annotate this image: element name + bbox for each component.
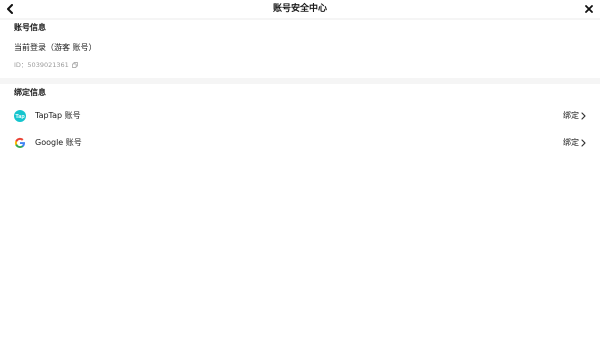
google-icon xyxy=(14,137,25,148)
section-divider xyxy=(0,78,600,84)
binding-label: Google 账号 xyxy=(35,138,82,147)
account-security-screen: 账号安全中心 账号信息 当前登录（游客 账号） ID：5039021361 绑定… xyxy=(0,0,600,338)
copy-icon[interactable] xyxy=(71,62,78,68)
login-status-text: 当前登录（游客 账号） xyxy=(14,43,97,52)
bind-button-label: 绑定 xyxy=(563,138,579,147)
chevron-right-icon xyxy=(581,139,586,147)
close-button[interactable] xyxy=(582,2,596,16)
bind-button[interactable]: 绑定 xyxy=(563,110,586,122)
close-icon xyxy=(585,5,593,13)
binding-row-taptap[interactable]: Tap TapTap 账号 绑定 xyxy=(0,105,600,127)
account-id-text: ID：5039021361 xyxy=(14,61,69,69)
top-bar: 账号安全中心 xyxy=(0,0,600,18)
account-info-title: 账号信息 xyxy=(14,23,46,32)
header-divider xyxy=(0,18,600,20)
svg-text:Tap: Tap xyxy=(15,114,25,120)
binding-row-google[interactable]: Google 账号 绑定 xyxy=(0,132,600,154)
account-id-row: ID：5039021361 xyxy=(14,60,78,70)
bind-button-label: 绑定 xyxy=(563,111,579,120)
chevron-right-icon xyxy=(581,112,586,120)
binding-info-title: 绑定信息 xyxy=(14,88,46,97)
page-title: 账号安全中心 xyxy=(272,4,327,14)
bind-button[interactable]: 绑定 xyxy=(563,137,586,149)
binding-label: TapTap 账号 xyxy=(35,111,81,120)
taptap-icon: Tap xyxy=(14,110,26,122)
